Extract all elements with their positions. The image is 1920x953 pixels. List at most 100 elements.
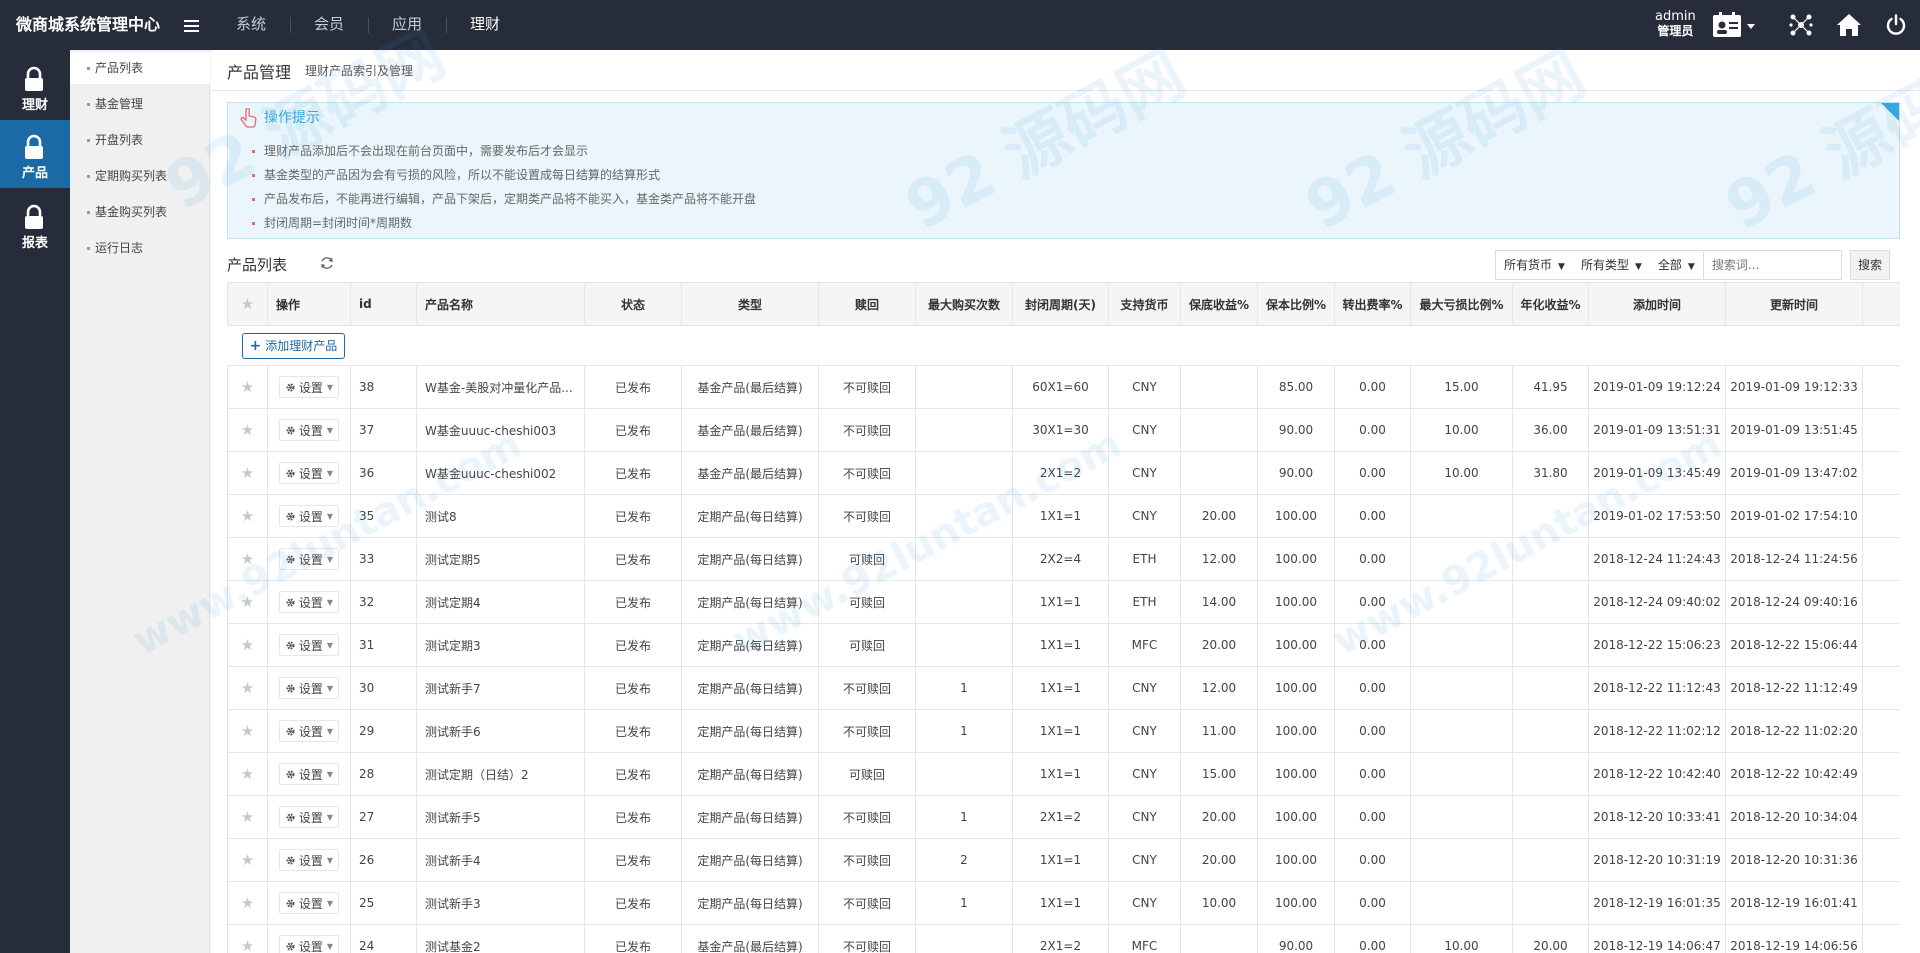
filter-type[interactable]: 所有类型 ▼ (1573, 251, 1650, 279)
caret-down-icon: ▼ (326, 597, 334, 607)
row-star[interactable]: ★ (227, 623, 268, 667)
row-star[interactable]: ★ (227, 537, 268, 581)
settings-dropdown-button[interactable]: 设置 ▼ (278, 505, 340, 527)
header-cell[interactable]: id (350, 282, 417, 326)
table-cell (1410, 580, 1513, 624)
row-star[interactable]: ★ (227, 709, 268, 753)
refresh-icon[interactable] (320, 256, 334, 270)
row-star[interactable]: ★ (227, 795, 268, 839)
header-cell[interactable]: 类型 (681, 282, 819, 326)
settings-dropdown-button[interactable]: 设置 ▼ (278, 677, 340, 699)
submenu-item-product-list[interactable]: 产品列表 (70, 52, 210, 84)
top-nav-system[interactable]: 系统 (212, 0, 290, 50)
id-card-icon[interactable] (1710, 9, 1758, 41)
settings-dropdown-button[interactable]: 设置 ▼ (278, 376, 340, 398)
row-star[interactable]: ★ (227, 451, 268, 495)
settings-dropdown-button[interactable]: 设置 ▼ (278, 419, 340, 441)
row-star[interactable]: ★ (227, 881, 268, 925)
submenu-item-run-log[interactable]: 运行日志 (70, 232, 210, 264)
header-cell[interactable]: 支持货币 (1108, 282, 1181, 326)
settings-dropdown-button[interactable]: 设置 ▼ (278, 806, 340, 828)
table-row: ★ 设置 ▼ 37 W基金uuuc-cheshi003 已发布 基金产品(最后结算) 不可赎回… (227, 408, 1900, 452)
menu-toggle-icon[interactable] (184, 20, 199, 32)
header-cell[interactable]: 转出费率% (1334, 282, 1411, 326)
settings-dropdown-button[interactable]: 设置 ▼ (278, 720, 340, 742)
header-star[interactable]: ★ (227, 282, 268, 326)
table-cell: 0.00 (1334, 752, 1411, 796)
search-input[interactable] (1702, 251, 1841, 279)
table-cell: 15.00 (1180, 752, 1258, 796)
home-icon[interactable] (1833, 9, 1865, 41)
table-cell (1512, 709, 1589, 753)
search-button[interactable]: 搜索 (1850, 250, 1890, 280)
header-cell[interactable]: 产品名称 (416, 282, 585, 326)
row-star[interactable]: ★ (227, 408, 268, 452)
row-star[interactable]: ★ (227, 924, 268, 953)
tips-title[interactable]: 操作提示 (240, 107, 320, 129)
header-cell[interactable]: 年化收益% (1512, 282, 1589, 326)
table-cell: 2018-12-22 15:06:44 (1725, 623, 1863, 667)
table-cell: 可赎回 (818, 580, 916, 624)
row-star[interactable]: ★ (227, 365, 268, 409)
top-nav-finance[interactable]: 理财 (446, 0, 524, 50)
row-actions: 设置 ▼ (267, 752, 351, 796)
header-cell[interactable]: 状态 (584, 282, 682, 326)
tips-title-text: 操作提示 (264, 110, 320, 126)
top-nav-apps[interactable]: 应用 (368, 0, 446, 50)
top-nav-member[interactable]: 会员 (290, 0, 368, 50)
add-product-button[interactable]: + 添加理财产品 (241, 332, 346, 359)
submenu-item-open-list[interactable]: 开盘列表 (70, 124, 210, 156)
table-cell: 100.00 (1257, 666, 1335, 710)
row-star[interactable]: ★ (227, 494, 268, 538)
tip-item: 基金类型的产品因为会有亏损的风险，所以不能设置成每日结算的结算形式 (252, 163, 756, 187)
header-cell[interactable]: 最大亏损比例% (1410, 282, 1513, 326)
row-star[interactable]: ★ (227, 752, 268, 796)
submenu-item-fund-manage[interactable]: 基金管理 (70, 88, 210, 120)
gear-icon (286, 597, 295, 607)
settings-dropdown-button[interactable]: 设置 ▼ (278, 548, 340, 570)
star-icon: ★ (240, 550, 255, 568)
table-cell: 90.00 (1257, 924, 1335, 953)
settings-dropdown-button[interactable]: 设置 ▼ (278, 634, 340, 656)
row-star[interactable]: ★ (227, 838, 268, 882)
settings-label: 设置 (298, 466, 323, 481)
settings-dropdown-button[interactable]: 设置 ▼ (278, 763, 340, 785)
settings-label: 设置 (298, 767, 323, 782)
network-icon[interactable] (1785, 9, 1817, 41)
settings-dropdown-button[interactable]: 设置 ▼ (278, 849, 340, 871)
header-cell[interactable]: 保底收益% (1180, 282, 1258, 326)
table-cell (1410, 666, 1513, 710)
table-cell: 2018-12-19 14:06:56 (1725, 924, 1863, 953)
submenu-item-fund-purchase[interactable]: 基金购买列表 (70, 196, 210, 228)
iconbar-item-finance[interactable]: 理财 (0, 52, 70, 120)
iconbar-item-product[interactable]: 产品 (0, 120, 70, 188)
settings-dropdown-button[interactable]: 设置 ▼ (278, 892, 340, 914)
tips-corner[interactable] (1881, 103, 1899, 121)
header-cell[interactable]: 最大购买次数 (915, 282, 1013, 326)
submenu-item-fixed-purchase[interactable]: 定期购买列表 (70, 160, 210, 192)
table-cell (1180, 451, 1258, 495)
power-icon[interactable] (1880, 9, 1912, 41)
table-cell: 2019-01-09 19:12:24 (1588, 365, 1726, 409)
header-cell[interactable]: 更新时间 (1725, 282, 1863, 326)
user-info[interactable]: admin 管理员 (1655, 9, 1696, 39)
header-cell[interactable]: 赎回 (818, 282, 916, 326)
row-star[interactable]: ★ (227, 580, 268, 624)
table-cell: 0.00 (1334, 709, 1411, 753)
filter-currency[interactable]: 所有货币 ▼ (1496, 251, 1573, 279)
header-cell[interactable]: 保本比例% (1257, 282, 1335, 326)
row-star[interactable]: ★ (227, 666, 268, 710)
filter-status[interactable]: 全部 ▼ (1650, 251, 1703, 279)
settings-dropdown-button[interactable]: 设置 ▼ (278, 462, 340, 484)
table-cell: 2018-12-19 16:01:35 (1588, 881, 1726, 925)
table-cell: 2019-01-09 13:47:02 (1725, 451, 1863, 495)
iconbar-item-report[interactable]: 报表 (0, 190, 70, 258)
table-cell: 测试新手7 (416, 666, 585, 710)
settings-dropdown-button[interactable]: 设置 ▼ (278, 591, 340, 613)
settings-dropdown-button[interactable]: 设置 ▼ (278, 935, 340, 953)
header-cell[interactable]: 封闭周期(天) (1012, 282, 1109, 326)
table-cell (1512, 752, 1589, 796)
filter-currency-label: 所有货币 (1504, 258, 1553, 272)
table-cell: 已发布 (584, 365, 682, 409)
header-cell[interactable]: 添加时间 (1588, 282, 1726, 326)
